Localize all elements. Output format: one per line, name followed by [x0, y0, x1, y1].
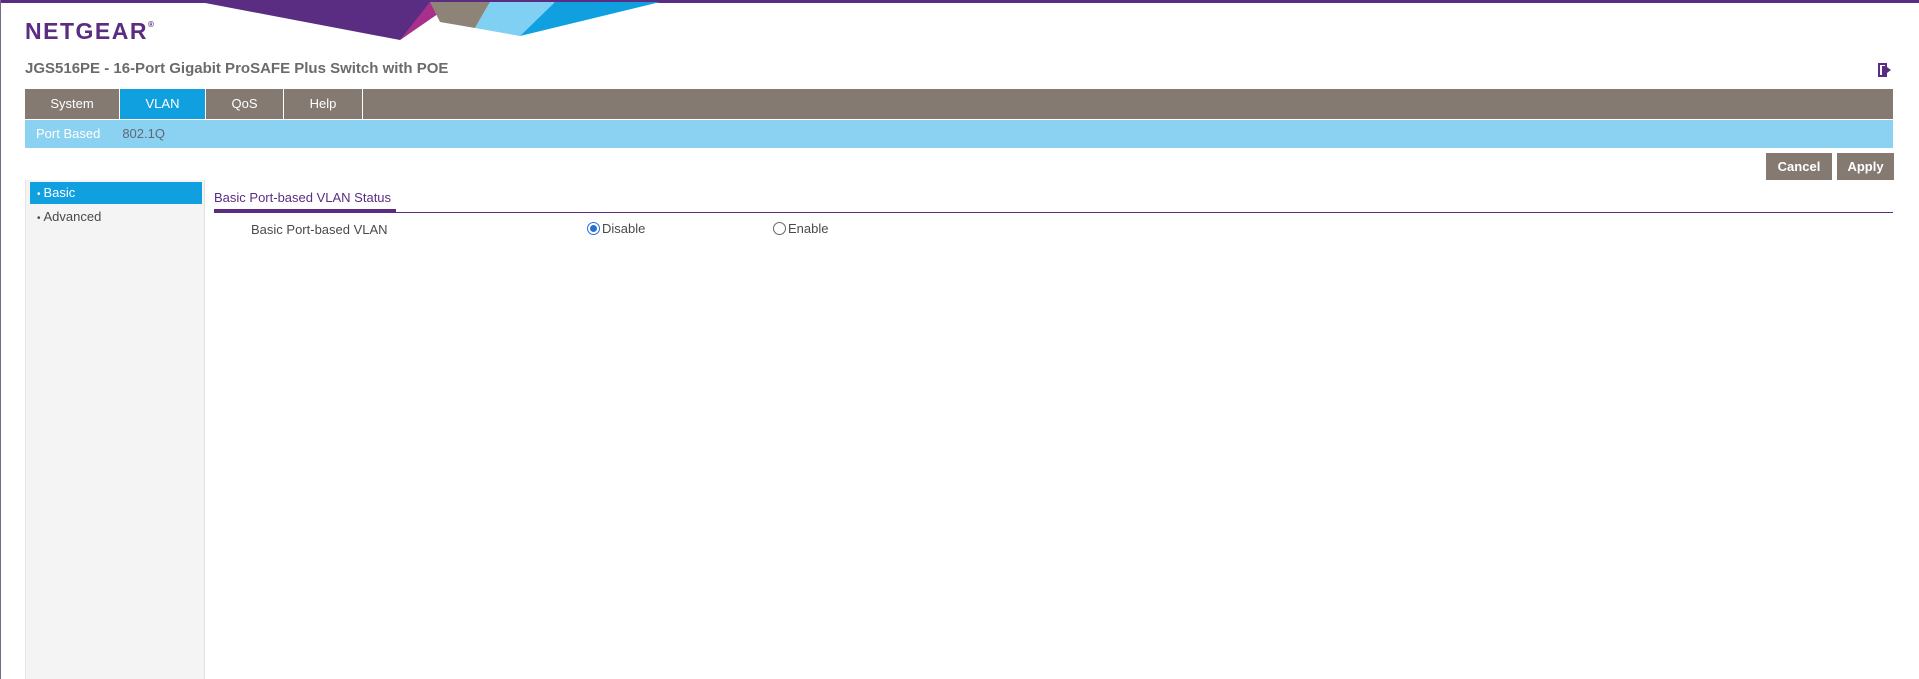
page-title: JGS516PE - 16-Port Gigabit ProSAFE Plus …	[25, 60, 449, 77]
left-border	[0, 0, 1, 679]
header-banner-graphic	[200, 2, 660, 40]
sidebar: • Basic • Advanced	[25, 180, 205, 679]
bullet-icon: •	[37, 213, 41, 224]
tab-qos[interactable]: QoS	[206, 89, 284, 119]
netgear-logo: NETGEAR®	[25, 18, 154, 44]
sidebar-item-advanced[interactable]: • Advanced	[30, 206, 202, 228]
disable-option[interactable]: Disable	[587, 221, 645, 236]
sidebar-item-label: Advanced	[43, 209, 102, 224]
enable-label: Enable	[788, 221, 829, 236]
subtab-port-based[interactable]: Port Based	[25, 120, 111, 148]
tab-vlan[interactable]: VLAN	[120, 89, 206, 119]
disable-radio[interactable]	[587, 222, 600, 235]
section-divider	[214, 212, 1893, 213]
subtab-802-1q[interactable]: 802.1Q	[111, 120, 176, 148]
sidebar-item-basic[interactable]: • Basic	[30, 182, 202, 204]
logout-icon[interactable]	[1876, 61, 1894, 79]
section-title: Basic Port-based VLAN Status	[214, 190, 392, 205]
tab-help[interactable]: Help	[284, 89, 363, 119]
tab-system[interactable]: System	[25, 89, 120, 119]
enable-option[interactable]: Enable	[773, 221, 828, 236]
enable-radio[interactable]	[773, 222, 786, 235]
sidebar-item-label: Basic	[43, 185, 76, 200]
main-nav: System VLAN QoS Help	[25, 89, 1893, 119]
sub-nav: Port Based 802.1Q	[25, 120, 1893, 148]
cancel-button[interactable]: Cancel	[1766, 153, 1832, 180]
vlan-status-label: Basic Port-based VLAN	[251, 222, 388, 237]
disable-label: Disable	[602, 221, 646, 236]
bullet-icon: •	[37, 189, 41, 200]
apply-button[interactable]: Apply	[1837, 153, 1894, 180]
